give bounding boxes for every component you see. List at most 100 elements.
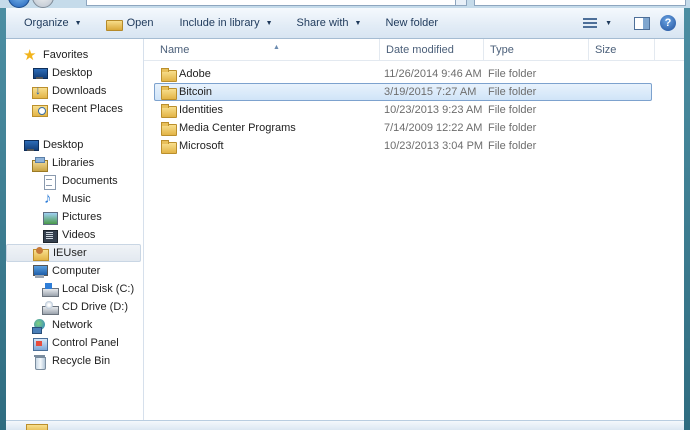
include-in-library-button[interactable]: Include in library ▼ — [172, 11, 281, 35]
control-panel-icon — [32, 337, 48, 351]
nav-label: IEUser — [53, 247, 87, 259]
navigation-pane: Favorites Desktop Downloads Recent Place… — [6, 39, 144, 420]
music-icon — [42, 190, 57, 207]
file-date: 3/19/2015 7:27 AM — [384, 86, 477, 98]
nav-cd-drive[interactable]: CD Drive (D:) — [6, 298, 143, 316]
column-label: Date modified — [386, 44, 454, 56]
nav-label: Pictures — [62, 211, 102, 223]
nav-network[interactable]: Network — [6, 316, 143, 334]
nav-label: Computer — [52, 265, 101, 277]
nav-label: Desktop — [52, 67, 93, 79]
view-list-icon — [583, 17, 598, 29]
desktop-icon — [23, 139, 39, 152]
nav-videos[interactable]: Videos — [6, 226, 143, 244]
nav-ieuser[interactable]: IEUser — [6, 244, 141, 262]
preview-pane-icon[interactable] — [634, 16, 650, 30]
downloads-icon — [32, 83, 48, 99]
file-row-selected[interactable]: Bitcoin 3/19/2015 7:27 AM File folder — [144, 83, 684, 101]
nav-recent-places[interactable]: Recent Places — [6, 100, 143, 118]
window-frame-right — [684, 0, 690, 430]
file-name: Adobe — [179, 68, 211, 80]
nav-computer[interactable]: Computer — [6, 262, 143, 280]
organize-button[interactable]: Organize ▼ — [16, 11, 90, 35]
nav-label: Network — [52, 319, 93, 331]
column-label: Type — [490, 44, 514, 56]
recycle-bin-icon — [32, 354, 47, 370]
nav-music[interactable]: Music — [6, 190, 143, 208]
computer-icon — [32, 264, 48, 278]
column-header-type[interactable]: Type — [484, 39, 589, 61]
organize-label: Organize — [24, 17, 69, 29]
command-bar: Organize ▼ Open Include in library ▼ Sha… — [6, 8, 684, 39]
file-type: File folder — [488, 68, 537, 80]
column-header-name[interactable]: Name ▲ — [154, 39, 380, 61]
star-icon — [23, 46, 38, 64]
change-view-button[interactable]: ▼ — [579, 11, 616, 35]
user-folder-icon — [33, 246, 49, 261]
nav-label: Videos — [62, 229, 96, 241]
nav-recycle-bin[interactable]: Recycle Bin — [6, 352, 143, 370]
nav-downloads[interactable]: Downloads — [6, 82, 143, 100]
folder-icon — [161, 67, 177, 82]
search-input[interactable] — [474, 0, 686, 6]
nav-control-panel[interactable]: Control Panel — [6, 334, 143, 352]
chevron-down-icon: ▼ — [265, 19, 273, 27]
nav-documents[interactable]: Documents — [6, 172, 143, 190]
nav-label: Documents — [62, 175, 118, 187]
folder-icon — [161, 85, 177, 100]
open-button[interactable]: Open — [98, 11, 162, 35]
new-folder-button[interactable]: New folder — [377, 11, 446, 35]
sort-ascending-icon: ▲ — [273, 44, 280, 51]
file-row[interactable]: Adobe 11/26/2014 9:46 AM File folder — [144, 65, 684, 83]
nav-label: Control Panel — [52, 337, 119, 349]
nav-label: Recent Places — [52, 103, 123, 115]
address-input[interactable] — [86, 0, 464, 6]
forward-button[interactable] — [32, 0, 54, 8]
file-name: Media Center Programs — [179, 122, 296, 134]
file-row[interactable]: Microsoft 10/23/2013 3:04 PM File folder — [144, 137, 684, 155]
hard-drive-icon — [42, 282, 59, 297]
folder-open-icon — [105, 18, 123, 31]
file-name-cell: Microsoft — [161, 137, 224, 155]
file-row[interactable]: Media Center Programs 7/14/2009 12:22 AM… — [144, 119, 684, 137]
recent-places-icon — [32, 103, 48, 117]
libraries-icon — [32, 156, 48, 172]
file-name-cell: Media Center Programs — [161, 119, 296, 137]
file-type: File folder — [488, 86, 537, 98]
nav-label: Recycle Bin — [52, 355, 111, 367]
file-row[interactable]: Identities 10/23/2013 9:23 AM File folde… — [144, 101, 684, 119]
address-dropdown-button[interactable] — [455, 0, 467, 6]
nav-label: Music — [62, 193, 91, 205]
nav-label: Local Disk (C:) — [62, 283, 135, 295]
column-header-size[interactable]: Size — [589, 39, 655, 61]
folder-icon — [161, 139, 177, 154]
nav-label: Downloads — [52, 85, 107, 97]
back-button[interactable] — [8, 0, 30, 8]
documents-icon — [42, 174, 57, 190]
chevron-down-icon: ▼ — [354, 19, 362, 27]
column-header-row: Name ▲ Date modified Type Size — [144, 39, 684, 61]
file-name-cell: Adobe — [161, 65, 211, 83]
nav-favorites-desktop[interactable]: Desktop — [6, 64, 143, 82]
cd-drive-icon — [42, 300, 59, 315]
nav-libraries[interactable]: Libraries — [6, 154, 143, 172]
nav-label: Favorites — [43, 49, 89, 61]
share-with-label: Share with — [296, 17, 349, 29]
new-folder-label: New folder — [385, 17, 439, 29]
folder-icon — [26, 424, 48, 430]
file-date: 11/26/2014 9:46 AM — [384, 68, 482, 80]
column-header-date-modified[interactable]: Date modified — [380, 39, 484, 61]
file-rows: Adobe 11/26/2014 9:46 AM File folder Bit… — [144, 65, 684, 155]
nav-desktop[interactable]: Desktop — [6, 136, 143, 154]
pictures-icon — [42, 211, 58, 225]
help-icon[interactable]: ? — [660, 15, 676, 31]
file-name-cell: Bitcoin — [161, 83, 212, 101]
nav-label: Desktop — [43, 139, 84, 151]
file-date: 10/23/2013 3:04 PM — [384, 140, 484, 152]
nav-pictures[interactable]: Pictures — [6, 208, 143, 226]
column-label: Size — [595, 44, 617, 56]
share-with-button[interactable]: Share with ▼ — [289, 11, 370, 35]
nav-local-disk[interactable]: Local Disk (C:) — [6, 280, 143, 298]
nav-favorites[interactable]: Favorites — [6, 46, 143, 64]
details-pane — [6, 420, 684, 430]
